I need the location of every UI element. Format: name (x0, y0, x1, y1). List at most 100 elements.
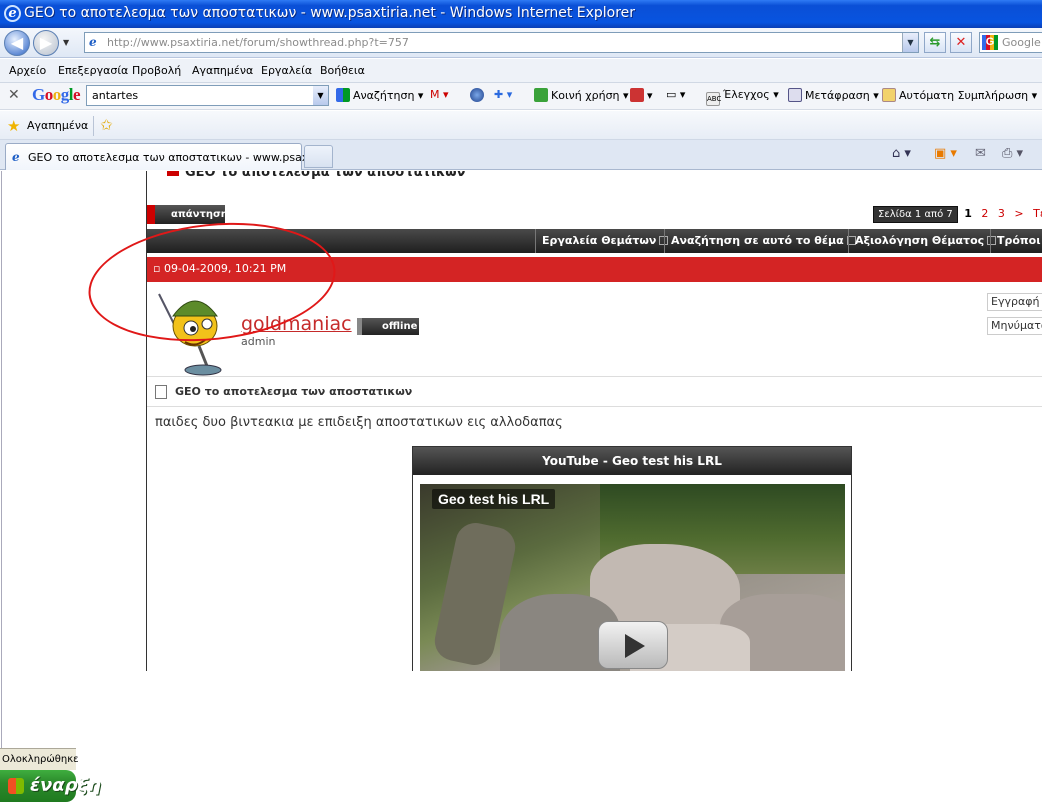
stop-icon[interactable]: ✕ (950, 32, 972, 53)
translate-button[interactable]: Μετάφραση ▾ (788, 88, 879, 102)
document-icon (155, 385, 167, 399)
play-button-icon[interactable] (598, 621, 668, 669)
reply-button[interactable]: απάντηση (147, 205, 228, 224)
search-placeholder[interactable]: Google (1002, 36, 1041, 49)
menu-tools[interactable]: Εργαλεία (261, 64, 312, 77)
video-header: YouTube - Geo test his LRL (413, 447, 851, 475)
share-button[interactable]: Κοινή χρήση ▾ (534, 88, 629, 102)
search-label: Αναζήτηση (353, 89, 415, 102)
add-button-icon[interactable]: ✚ ▾ (494, 88, 512, 101)
new-tab-button[interactable] (304, 145, 333, 168)
join-date-field: Εγγραφή (987, 293, 1042, 311)
globe-icon[interactable] (470, 88, 487, 102)
rate-thread-label: Αξιολόγηση Θέματος (855, 234, 985, 247)
status-text: Ολοκληρώθηκε (2, 754, 79, 765)
menu-edit[interactable]: Επεξεργασία (58, 64, 128, 77)
search-thread-menu[interactable]: Αναζήτηση σε αυτό το θέμα (664, 229, 856, 253)
ie-tab-icon: e (12, 150, 20, 164)
add-favorite-icon[interactable]: ✩ (100, 116, 113, 134)
menu-view[interactable]: Προβολή (132, 64, 181, 77)
browser-tab[interactable]: e GEO το αποτελεσμα των αποστατικων - ww… (5, 143, 334, 170)
divider (1, 171, 2, 748)
query-dropdown-icon[interactable]: ▼ (313, 86, 328, 105)
favorites-star-icon[interactable]: ★ (7, 117, 20, 135)
google-search-button[interactable]: Αναζήτηση ▾ (336, 88, 423, 102)
print-icon[interactable]: ⎙ ▾ (1002, 146, 1023, 161)
page-3[interactable]: 3 (995, 205, 1008, 222)
address-toolbar: ◀ ▶ ▼ e http://www.psaxtiria.net/forum/s… (0, 28, 1042, 58)
thread-tools-label: Εργαλεία Θεμάτων (542, 234, 657, 247)
page-label: Σελίδα 1 από 7 (873, 206, 958, 223)
autofill-label: Αυτόματη Συμπλήρωση (899, 89, 1029, 102)
youtube-embed: YouTube - Geo test his LRL Geo test his … (412, 446, 852, 671)
windows-flag-icon (8, 778, 24, 794)
tab-bar: e GEO το αποτελεσμα των αποστατικων - ww… (0, 140, 1042, 170)
favorites-bar: ★ Αγαπημένα ✩ (0, 111, 1042, 140)
page-left-margin (0, 171, 147, 748)
rss-feed-icon[interactable]: ▣ ▾ (934, 146, 957, 161)
back-arrow-icon[interactable]: ◀ (4, 30, 30, 56)
autofill-button[interactable]: Αυτόματη Συμπλήρωση ▾ (882, 88, 1037, 102)
tab-title[interactable]: GEO το αποτελεσμα των αποστατικων - www.… (28, 151, 334, 164)
rate-thread-menu[interactable]: Αξιολόγηση Θέματος (848, 229, 997, 253)
display-modes-label: Τρόποι ε (997, 234, 1042, 247)
address-bar[interactable]: e http://www.psaxtiria.net/forum/showthr… (84, 32, 919, 53)
search-icon (336, 88, 350, 102)
google-logo: Google (32, 85, 81, 104)
highlight-icon[interactable]: ▭ ▾ (666, 88, 685, 101)
post-date-text: 09-04-2009, 10:21 PM (163, 262, 287, 275)
user-avatar (155, 290, 235, 376)
username-link[interactable]: goldmaniac (241, 313, 352, 335)
address-dropdown-icon[interactable]: ▼ (902, 33, 918, 52)
post-count-field: Μηνύματα (987, 317, 1042, 335)
menu-help[interactable]: Βοήθεια (320, 64, 365, 77)
video-title[interactable]: Geo test his LRL (432, 489, 556, 509)
home-icon[interactable]: ⌂ ▾ (892, 146, 911, 161)
divider (93, 116, 94, 136)
menu-bar: Αρχείο Επεξεργασία Προβολή Αγαπημένα Εργ… (0, 59, 1042, 83)
page-2[interactable]: 2 (978, 205, 991, 222)
gmail-icon[interactable]: M ▾ (430, 88, 449, 101)
share-label: Κοινή χρήση (551, 89, 620, 102)
pagination: Σελίδα 1 από 7 1 2 3 > Τελ (873, 205, 1042, 224)
forward-arrow-icon[interactable]: ▶ (33, 30, 59, 56)
start-button[interactable]: έναρξη (0, 770, 101, 802)
post-date: ▫ 09-04-2009, 10:21 PM (153, 262, 287, 275)
post-user-info: goldmaniac offline admin Εγγραφή Μηνύματ… (147, 282, 1042, 377)
google-search-input[interactable]: antartes ▼ (86, 85, 329, 106)
status-badge: offline (357, 318, 419, 335)
thread-tools-menu[interactable]: Εργαλεία Θεμάτων (535, 229, 669, 253)
ie-logo-icon: e (4, 5, 21, 22)
page-1[interactable]: 1 (961, 205, 975, 222)
post-title-row: GEO το αποτελεσμα των αποστατικων (147, 377, 1042, 407)
search-thread-label: Αναζήτηση σε αυτό το θέμα (671, 234, 844, 247)
spellcheck-button[interactable]: ABC Έλεγχος ▾ (706, 88, 779, 106)
history-dropdown-icon[interactable]: ▼ (63, 38, 69, 47)
share-icon (534, 88, 548, 102)
google-toolbar: ✕ Google antartes ▼ Αναζήτηση ▾ M ▾ ✚ ▾ … (0, 83, 1042, 110)
page-last[interactable]: Τελ (1030, 205, 1042, 222)
menu-file[interactable]: Αρχείο (9, 64, 46, 77)
close-toolbar-icon[interactable]: ✕ (8, 87, 20, 103)
address-url[interactable]: http://www.psaxtiria.net/forum/showthrea… (107, 36, 409, 49)
translate-label: Μετάφραση (805, 89, 870, 102)
menu-favorites[interactable]: Αγαπημένα (192, 64, 253, 77)
display-modes-menu[interactable]: Τρόποι ε (990, 229, 1042, 253)
autofill-icon (882, 88, 896, 102)
window-title: GEO το αποτελεσμα των αποστατικων - www.… (24, 5, 636, 21)
live-search-box[interactable]: G Google (979, 32, 1042, 53)
favorites-button[interactable]: Αγαπημένα (27, 119, 88, 132)
post-header: ▫ 09-04-2009, 10:21 PM (147, 257, 1042, 282)
read-mail-icon[interactable]: ✉ (975, 146, 986, 161)
refresh-icon[interactable]: ⇆ (924, 32, 946, 53)
google-query[interactable]: antartes (92, 89, 138, 102)
video-player[interactable]: Geo test his LRL (420, 484, 845, 671)
window-title-bar: e GEO το αποτελεσμα των αποστατικων - ww… (0, 0, 1042, 28)
google-search-icon: G (982, 35, 998, 50)
user-role: admin (241, 335, 276, 348)
popup-blocker-icon[interactable]: ▾ (630, 88, 653, 102)
page-next[interactable]: > (1011, 205, 1026, 222)
thread-title: GEO το αποτελεσμα των αποστατικων (167, 171, 465, 180)
thread-icon (167, 171, 179, 176)
status-bar: Ολοκληρώθηκε (0, 748, 79, 770)
